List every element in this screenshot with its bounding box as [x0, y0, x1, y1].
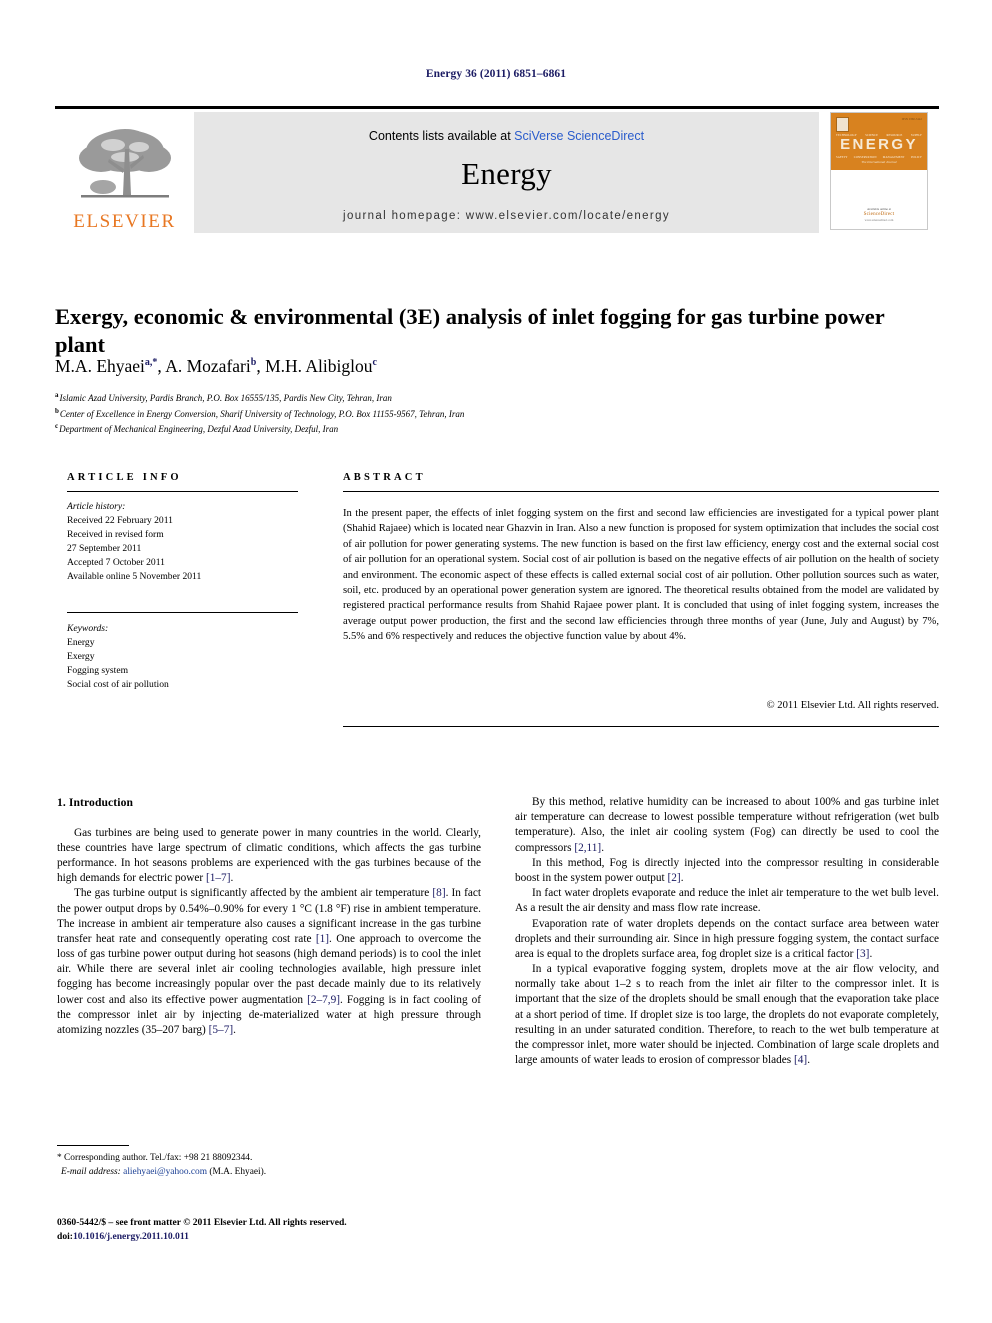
citation-reference[interactable]: [3] [856, 948, 869, 960]
affiliation-mark: b [55, 406, 59, 415]
section-heading-introduction: 1. Introduction [57, 796, 134, 809]
body-paragraph: In this method, Fog is directly injected… [515, 856, 939, 884]
affiliation-mark: c [55, 422, 59, 431]
journal-cover-thumbnail: ISSN 0360-5442 TECHNOLOGY SCIENCE RESOUR… [819, 112, 939, 233]
keyword-item: Social cost of air pollution [67, 679, 169, 691]
citation-reference[interactable]: [8] [432, 887, 445, 899]
citation-reference[interactable]: [1] [316, 933, 329, 945]
running-head: Energy 36 (2011) 6851–6861 [425, 68, 567, 80]
citation-reference[interactable]: [1–7] [206, 872, 230, 884]
article-history-line: 27 September 2011 [67, 543, 142, 555]
article-history-title: Article history: [67, 501, 126, 512]
cover-available-text: Available online at [866, 207, 891, 211]
abstract-label: ABSTRACT [343, 472, 426, 483]
masthead-top-rule [55, 106, 939, 109]
article-history-line: Available online 5 November 2011 [67, 571, 202, 583]
cover-sciencedirect-mark: ScienceDirect [863, 212, 895, 217]
keywords-title: Keywords: [67, 623, 109, 634]
affiliation-text: Center of Excellence in Energy Conversio… [59, 408, 465, 419]
body-paragraph: The gas turbine output is significantly … [57, 887, 482, 1037]
divider [343, 491, 939, 492]
footnote-block: * Corresponding author. Tel./fax: +98 21… [57, 1152, 481, 1180]
cover-kw: MANAGEMENT [882, 155, 905, 159]
citation-reference[interactable]: [2,11] [574, 842, 601, 854]
keyword-item: Fogging system [67, 665, 129, 677]
elsevier-logo: ELSEVIER [55, 112, 194, 233]
abstract-text: In the present paper, the effects of inl… [343, 508, 939, 643]
cover-title: ENERGY [840, 136, 918, 153]
email-note: E-mail address: aliehyaei@yahoo.com (M.A… [57, 1166, 481, 1180]
affiliation-list: aIslamic Azad University, Pardis Branch,… [55, 390, 939, 437]
article-history-line: Received 22 February 2011 [67, 515, 173, 527]
affiliation-mark: a [55, 391, 59, 399]
elsevier-tree-icon [78, 129, 171, 198]
divider [67, 491, 298, 492]
cover-issn: ISSN 0360-5442 [901, 118, 922, 121]
contents-prefix: Contents lists available at [368, 129, 515, 143]
citation-reference[interactable]: [5–7] [209, 1024, 233, 1036]
author-affiliation-mark: a,* [144, 357, 158, 369]
body-paragraph: Gas turbines are being used to generate … [57, 826, 481, 885]
paper-page: Energy 36 (2011) 6851–6861 ELSEVIER Cont… [0, 0, 992, 1323]
page-title: Exergy, economic & environmental (3E) an… [55, 304, 885, 357]
citation-reference[interactable]: [4] [794, 1054, 807, 1066]
page-footer: 0360-5442/$ – see front matter © 2011 El… [57, 1216, 557, 1245]
cover-kw: SAFETY [836, 155, 848, 159]
author-name: M.H. Alibiglou [265, 356, 373, 376]
author-list: M.A. Ehyaeia,*, A. Mozafarib, M.H. Alibi… [55, 356, 377, 376]
doi-link[interactable]: 10.1016/j.energy.2011.10.011 [73, 1231, 189, 1242]
corresponding-author-note: * Corresponding author. Tel./fax: +98 21… [57, 1153, 253, 1163]
journal-masthead: ELSEVIER Contents lists available at Sci… [55, 106, 939, 233]
cover-badge-icon [836, 117, 849, 132]
cover-footer: Available online at ScienceDirect www.sc… [831, 207, 927, 222]
divider [67, 612, 298, 613]
body-paragraph: Evaporation rate of water droplets depen… [515, 917, 939, 960]
elsevier-wordmark: ELSEVIER [73, 211, 176, 232]
contents-available-line: Contents lists available at SciVerse Sci… [369, 129, 644, 143]
doi-line: doi:10.1016/j.energy.2011.10.011 [57, 1230, 557, 1244]
masthead-center-band: Contents lists available at SciVerse Sci… [194, 112, 819, 233]
cover-subtitle: The International Journal [861, 160, 897, 164]
email-address-link[interactable]: aliehyaei@yahoo.com [123, 1167, 207, 1177]
affiliation-text: Islamic Azad University, Pardis Branch, … [59, 393, 392, 403]
author-name: M.A. Ehyaei [55, 356, 145, 376]
article-history-line: Accepted 7 October 2011 [67, 557, 165, 569]
citation-reference[interactable]: [2–7,9] [307, 994, 340, 1006]
body-column-right: By this method, relative humidity can be… [515, 795, 939, 1068]
keywords-block: Keywords: Energy Exergy Fogging system Soci… [67, 622, 317, 692]
cover-kw: CONSERVATION [853, 155, 877, 159]
author-affiliation-mark: c [372, 357, 377, 369]
affiliation-text: Department of Mechanical Engineering, De… [59, 424, 339, 435]
sciencedirect-link[interactable]: SciVerse ScienceDirect [514, 129, 644, 143]
body-column-left: 1. Introduction Gas turbines are being u… [57, 795, 481, 1038]
citation-reference[interactable]: [2] [668, 872, 681, 884]
keyword-item: Exergy [67, 651, 95, 663]
journal-title: Energy [461, 156, 552, 191]
cover-kw: POLICY [910, 155, 922, 159]
article-history-line: Received in revised form [67, 529, 164, 541]
body-paragraph: By this method, relative humidity can be… [515, 796, 939, 854]
body-paragraph: In fact water droplets evaporate and red… [515, 887, 939, 915]
footnote-divider [57, 1145, 129, 1146]
email-owner: (M.A. Ehyaei). [209, 1166, 267, 1177]
affiliation-line: bCenter of Excellence in Energy Conversi… [55, 406, 939, 422]
body-paragraph: In a typical evaporative fogging system,… [515, 963, 939, 1067]
journal-homepage-url[interactable]: journal homepage: www.elsevier.com/locat… [343, 210, 670, 222]
affiliation-line: aIslamic Azad University, Pardis Branch,… [55, 390, 939, 406]
cover-keyword-row-bottom: SAFETY CONSERVATION MANAGEMENT POLICY [836, 155, 922, 159]
author-affiliation-mark: b [250, 357, 257, 369]
copyright-line: © 2011 Elsevier Ltd. All rights reserved… [766, 700, 939, 711]
article-info-label: ARTICLE INFO [67, 472, 182, 483]
email-address-label: E-mail address: [61, 1166, 121, 1177]
affiliation-line: cDepartment of Mechanical Engineering, D… [55, 421, 939, 437]
author-name: A. Mozafari [165, 356, 251, 376]
cover-url: www.sciencedirect.com [864, 218, 894, 222]
divider [343, 726, 939, 727]
doi-label: doi: [57, 1231, 73, 1243]
article-history: Article history: Received 22 February 20… [67, 500, 317, 585]
keyword-item: Energy [67, 637, 95, 649]
issn-line: 0360-5442/$ – see front matter © 2011 El… [57, 1217, 347, 1228]
